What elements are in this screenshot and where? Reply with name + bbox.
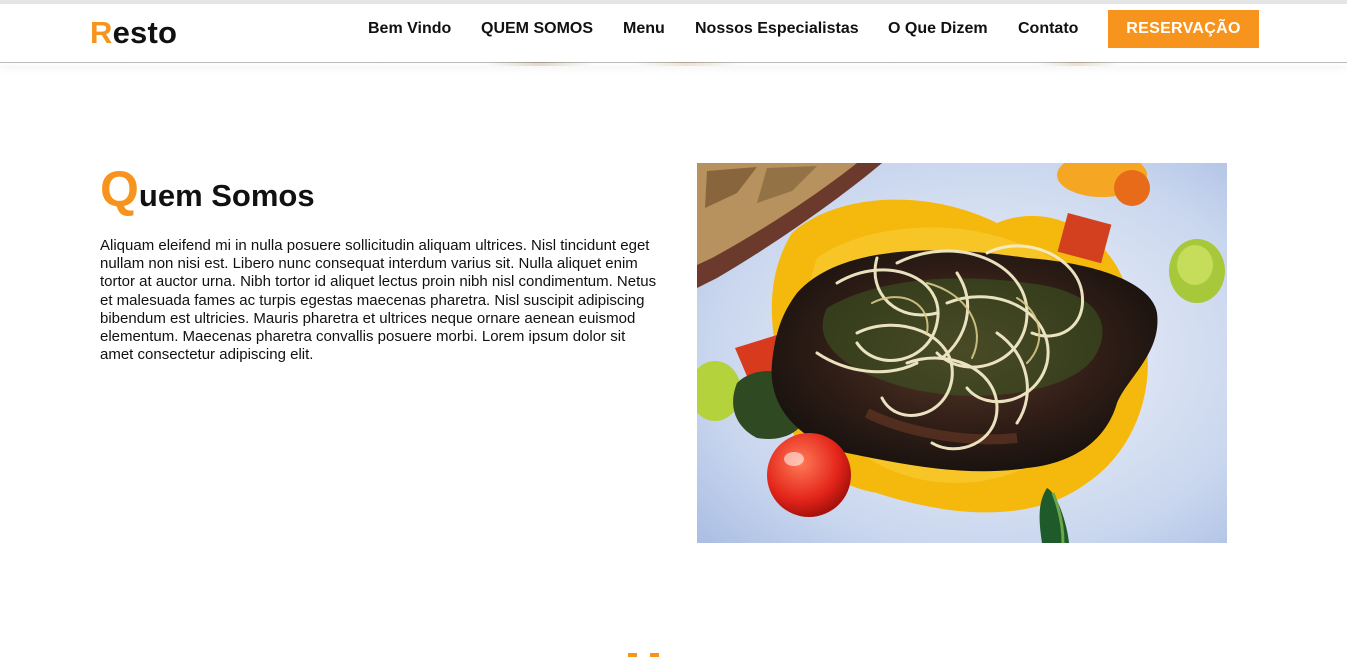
reservation-button[interactable]: RESERVAÇÃO (1108, 10, 1259, 48)
next-section-heading-peek (628, 653, 664, 657)
dish-photo (697, 163, 1227, 543)
site-header: Resto Bem Vindo QUEM SOMOS Menu Nossos E… (0, 4, 1347, 66)
nav-item-contato[interactable]: Contato (1018, 20, 1078, 38)
about-section-title: Quem Somos (100, 160, 315, 218)
nav-item-bem-vindo[interactable]: Bem Vindo (368, 20, 451, 38)
nav-item-quem-somos[interactable]: QUEM SOMOS (481, 20, 593, 38)
logo-text: esto (112, 15, 178, 50)
about-paragraph: Aliquam eleifend mi in nulla posuere sol… (100, 237, 657, 364)
logo-first-letter: R (90, 15, 113, 50)
about-title-first-letter: Q (100, 161, 139, 217)
nav-item-o-que-dizem[interactable]: O Que Dizem (888, 20, 988, 38)
nav-item-menu[interactable]: Menu (623, 20, 665, 38)
nav-item-nossos-especialistas[interactable]: Nossos Especialistas (695, 20, 859, 38)
about-title-text: uem Somos (138, 178, 315, 213)
hero-image-edge (0, 62, 1347, 66)
site-logo[interactable]: Resto (90, 15, 177, 51)
